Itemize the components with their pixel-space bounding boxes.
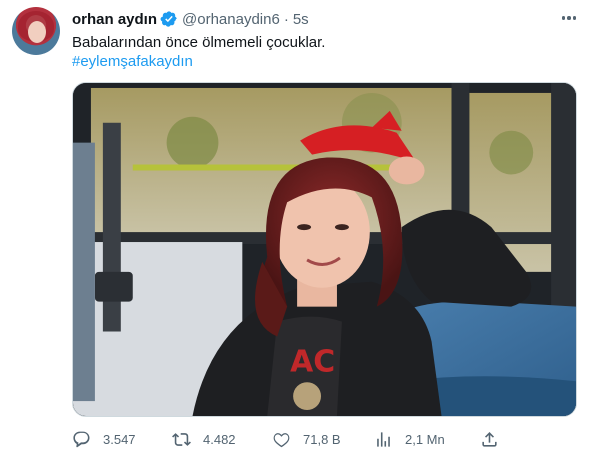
tweet-actions: 3.547 4.482 71,8 B 2,1 Mn [72,428,502,450]
tweet-photo[interactable]: AC [72,82,577,417]
avatar-face [28,21,46,43]
share-button[interactable] [480,428,499,450]
more-dot [561,16,566,20]
retweet-icon [172,432,191,446]
display-name[interactable]: orhan aydın [72,11,157,28]
analytics-icon [377,431,390,447]
reply-count: 3.547 [103,431,136,447]
tweet-card[interactable]: orhan aydın @orhanaydin6 · 5s Babalarınd… [0,0,591,462]
more-dot [572,16,577,20]
like-count: 71,8 B [303,431,341,447]
tweet-header: orhan aydın @orhanaydin6 · 5s [72,9,309,29]
like-button[interactable]: 71,8 B [272,428,341,450]
handle[interactable]: @orhanaydin6 [182,11,280,28]
avatar[interactable] [12,7,60,55]
share-icon [482,431,497,447]
svg-text:AC: AC [290,344,335,379]
heart-icon [273,432,290,447]
separator-dot: · [283,10,289,28]
more-options-icon[interactable] [558,8,580,28]
retweet-button[interactable]: 4.482 [172,428,236,450]
reply-button[interactable]: 3.547 [72,428,136,450]
views-count: 2,1 Mn [405,431,445,447]
photo-illustration: AC [73,83,576,416]
verified-badge-icon [160,11,177,27]
views-button[interactable]: 2,1 Mn [374,428,445,450]
tweet-text: Babalarından önce ölmemeli çocuklar. [72,34,326,51]
reply-icon [73,431,90,447]
retweet-count: 4.482 [203,431,236,447]
hashtag-link[interactable]: #eylemşafakaydın [72,52,193,72]
timestamp[interactable]: 5s [293,11,309,28]
more-dot [567,16,571,20]
